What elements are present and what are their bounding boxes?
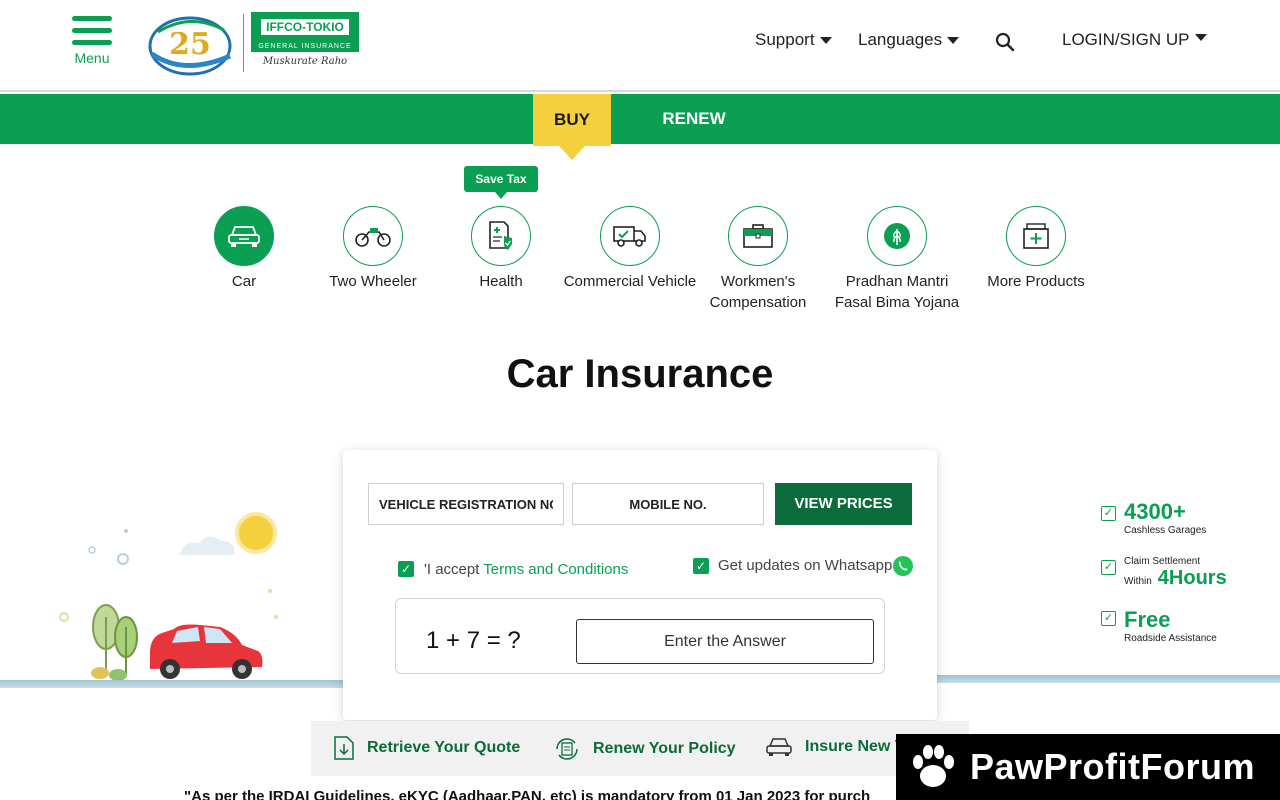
logo-separator	[243, 14, 244, 72]
nav-languages[interactable]: Languages	[858, 30, 960, 50]
ground-line-left	[0, 680, 345, 688]
product-workmens-compensation-label: Workmen's Compensation	[709, 273, 807, 311]
logo-brand: IFFCO-TOKIO	[260, 18, 350, 36]
terms-prefix: 'I accept	[424, 561, 484, 578]
product-pmfby[interactable]: Pradhan Mantri Fasal Bima Yojana	[827, 206, 967, 313]
health-document-icon	[489, 221, 512, 250]
menu-button[interactable]: Menu	[70, 16, 114, 66]
search-icon[interactable]	[995, 32, 1015, 52]
site-header: Menu 25 IFFCO-TOKIO GENERAL INSURANCE Mu…	[0, 0, 1280, 92]
feature-garages-value: 4300+	[1124, 499, 1186, 524]
retrieve-quote-link[interactable]: Retrieve Your Quote	[333, 735, 520, 761]
product-two-wheeler[interactable]: Two Wheeler	[303, 206, 443, 292]
truck-icon	[613, 226, 646, 247]
product-pmfby-circle	[867, 206, 927, 266]
product-more-products[interactable]: More Products	[966, 206, 1106, 292]
product-health-circle	[471, 206, 531, 266]
tab-renew[interactable]: RENEW	[648, 94, 740, 144]
logo-tagline: Muskurate Raho	[262, 56, 348, 67]
insure-new-vehicle-link[interactable]: Insure New V	[765, 735, 905, 759]
anniversary-logo: 25	[148, 16, 232, 76]
hamburger-icon	[70, 16, 114, 45]
feature-roadside-value: Free	[1124, 607, 1171, 632]
product-more-products-circle	[1006, 206, 1066, 266]
nav-support[interactable]: Support	[755, 30, 832, 50]
watermark-banner: PawProfitForum	[896, 734, 1280, 800]
more-products-icon	[1023, 223, 1049, 249]
buy-renew-bar	[0, 94, 1280, 144]
terms-checkbox[interactable]: ✓	[398, 561, 414, 577]
mobile-number-input[interactable]	[572, 483, 764, 525]
paw-icon	[913, 745, 954, 787]
car-outline-icon	[766, 738, 792, 756]
menu-label: Menu	[74, 50, 110, 66]
save-tax-badge: Save Tax	[464, 166, 538, 199]
product-car[interactable]: Car	[174, 206, 314, 292]
renew-policy-link[interactable]: Renew Your Policy	[553, 735, 736, 763]
download-document-icon	[334, 736, 354, 760]
terms-text: 'I accept Terms and Conditions	[424, 561, 628, 578]
product-two-wheeler-circle	[343, 206, 403, 266]
whatsapp-label: Get updates on Whatsapp	[718, 557, 893, 574]
chevron-down-icon	[1194, 33, 1207, 41]
product-health-label: Health	[479, 273, 523, 290]
feature-garages-label: Cashless Garages	[1124, 525, 1207, 536]
product-workmens-compensation[interactable]: Workmen's Compensation	[688, 206, 828, 313]
car-icon	[228, 226, 260, 247]
product-commercial-vehicle[interactable]: Commercial Vehicle	[560, 206, 700, 292]
terms-link[interactable]: Terms and Conditions	[483, 561, 628, 578]
chevron-down-icon	[819, 36, 832, 44]
view-prices-button[interactable]: VIEW PRICES	[775, 483, 912, 525]
feature-roadside-label: Roadside Assistance	[1124, 633, 1217, 644]
retrieve-quote-label: Retrieve Your Quote	[367, 739, 521, 756]
check-icon: ✓	[1101, 506, 1116, 521]
check-icon: ✓	[1101, 611, 1116, 626]
renew-policy-label: Renew Your Policy	[593, 740, 736, 757]
svg-text:25: 25	[169, 27, 211, 62]
product-pmfby-label: Pradhan Mantri Fasal Bima Yojana	[834, 273, 960, 311]
whatsapp-checkbox[interactable]: ✓	[693, 558, 709, 574]
ground-line-right	[936, 675, 1280, 683]
quick-links-bar: Retrieve Your Quote Renew Your Policy In…	[311, 721, 969, 776]
watermark-text: PawProfitForum	[970, 746, 1256, 787]
page-title: Car Insurance	[506, 352, 774, 396]
nav-login-signup[interactable]: LOGIN/SIGN UP	[1062, 30, 1207, 50]
vehicle-registration-input[interactable]	[368, 483, 564, 525]
briefcase-icon	[743, 224, 773, 248]
check-icon: ✓	[1101, 560, 1116, 575]
ekyc-notice: "As per the IRDAI Guidelines, eKYC (Aadh…	[184, 788, 871, 800]
motorbike-icon	[355, 228, 391, 247]
crop-icon	[884, 223, 910, 249]
nav-languages-label: Languages	[858, 30, 943, 49]
nav-support-label: Support	[755, 30, 815, 49]
feature-claim-label: Claim Settlement	[1124, 556, 1201, 567]
product-commercial-vehicle-circle	[600, 206, 660, 266]
iffco-tokio-logo[interactable]: IFFCO-TOKIO GENERAL INSURANCE Muskurate …	[251, 12, 359, 74]
feature-claim-value: 4Hours	[1157, 567, 1227, 589]
feature-claim-within: Within	[1124, 576, 1152, 587]
product-health[interactable]: Health	[431, 206, 571, 292]
tab-buy-pointer	[559, 146, 585, 160]
product-two-wheeler-label: Two Wheeler	[329, 273, 417, 290]
nav-login-label: LOGIN/SIGN UP	[1062, 30, 1190, 49]
product-car-circle	[214, 206, 274, 266]
captcha-box: 1 + 7 = ?	[395, 598, 885, 674]
renew-icon	[556, 738, 578, 760]
product-car-label: Car	[231, 273, 257, 290]
whatsapp-icon	[893, 556, 913, 576]
insure-new-vehicle-label: Insure New V	[805, 738, 906, 755]
captcha-answer-input[interactable]	[576, 619, 874, 664]
product-more-products-label: More Products	[987, 273, 1085, 290]
chevron-down-icon	[947, 36, 960, 44]
logo-sub: GENERAL INSURANCE	[251, 42, 359, 52]
captcha-question: 1 + 7 = ?	[426, 627, 521, 654]
product-workmens-compensation-circle	[728, 206, 788, 266]
car-illustration	[59, 512, 278, 681]
tab-buy[interactable]: BUY	[533, 94, 611, 146]
quote-form-card: VIEW PRICES ✓ 'I accept Terms and Condit…	[343, 450, 937, 720]
product-commercial-vehicle-label: Commercial Vehicle	[563, 273, 697, 290]
